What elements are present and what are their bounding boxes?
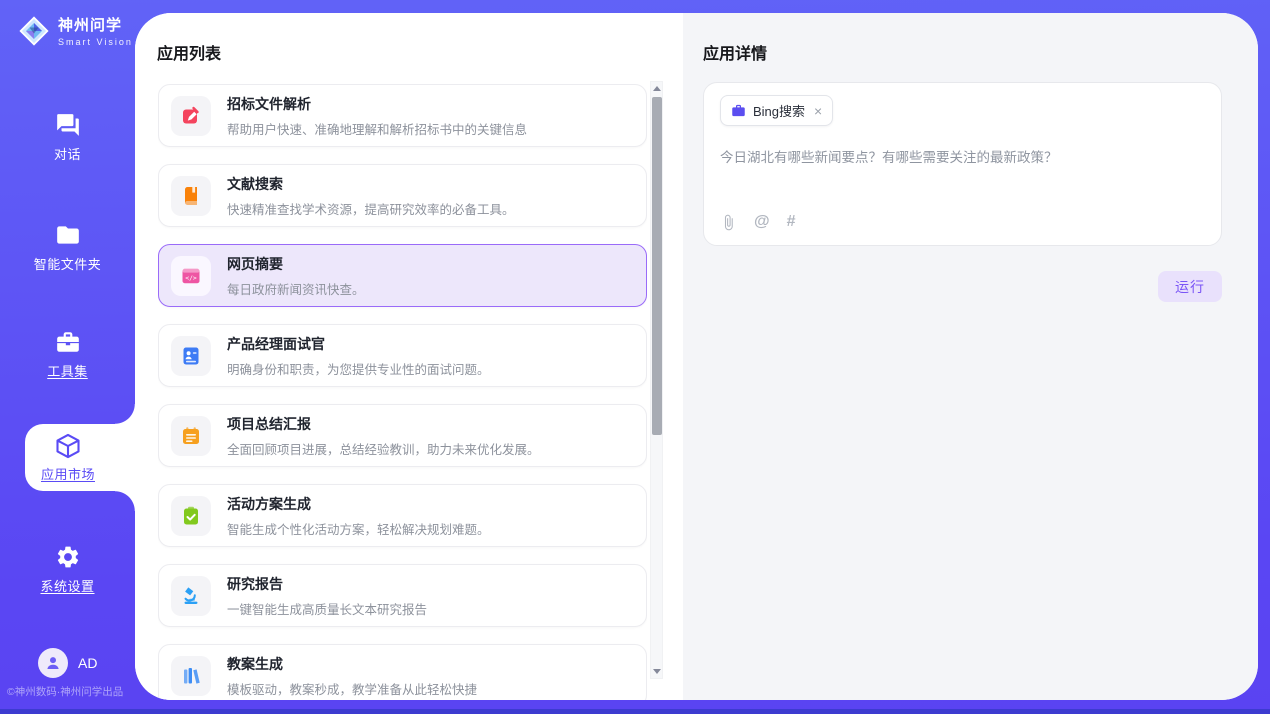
app-card-description: 快速精准查找学术资源，提高研究效率的必备工具。 [227, 199, 515, 218]
app-card-title: 文献搜索 [227, 174, 515, 194]
svg-text:</>: </> [185, 274, 197, 282]
cube-icon [54, 432, 82, 460]
user-name: AD [78, 655, 97, 671]
toolbox-icon [55, 329, 81, 355]
prompt-editor[interactable]: Bing搜索 × 今日湖北有哪些新闻要点？有哪些需要关注的最新政策？ @ # [703, 82, 1222, 246]
paperclip-icon[interactable] [720, 214, 737, 231]
app-card-title: 产品经理面试官 [227, 334, 490, 354]
app-card-description: 一键智能生成高质量长文本研究报告 [227, 599, 427, 618]
chip-close-icon[interactable]: × [814, 104, 822, 118]
user-account[interactable]: AD [38, 648, 97, 678]
app-card-title: 项目总结汇报 [227, 414, 540, 434]
browser-icon: </> [171, 256, 211, 296]
app-card-description: 每日政府新闻资讯快查。 [227, 279, 365, 298]
app-list-panel: 应用列表 招标文件解析 帮助用户快速、准确地理解和解析招标书中的关键信息 文献搜… [135, 13, 683, 700]
app-card-description: 模板驱动，教案秒成，教学准备从此轻松快捷 [227, 679, 477, 698]
gear-icon [55, 544, 81, 570]
sidebar-item-settings[interactable]: 系统设置 [0, 544, 135, 595]
diamond-logo-icon [18, 15, 50, 47]
logo-title: 神州问学 [58, 14, 133, 35]
prompt-toolbar: @ # [720, 213, 796, 231]
logo-subtitle: Smart Vision [58, 37, 133, 47]
sidebar-item-label: 应用市场 [41, 464, 95, 483]
briefcase-icon [731, 103, 746, 118]
app-card[interactable]: 产品经理面试官 明确身份和职责，为您提供专业性的面试问题。 [158, 324, 647, 387]
microscope-icon [171, 576, 211, 616]
app-list-scrollbar[interactable] [650, 81, 663, 679]
app-card[interactable]: </> 网页摘要 每日政府新闻资讯快查。 [158, 244, 647, 307]
sidebar-item-chat[interactable]: 对话 [0, 112, 135, 163]
app-card[interactable]: 招标文件解析 帮助用户快速、准确地理解和解析招标书中的关键信息 [158, 84, 647, 147]
sidebar-item-app-market[interactable]: 应用市场 [25, 424, 135, 491]
app-card-description: 智能生成个性化活动方案，轻松解决规划难题。 [227, 519, 490, 538]
app-list-title: 应用列表 [157, 40, 221, 64]
sidebar-item-toolset[interactable]: 工具集 [0, 329, 135, 380]
app-card[interactable]: 文献搜索 快速精准查找学术资源，提高研究效率的必备工具。 [158, 164, 647, 227]
scrollbar-thumb[interactable] [652, 97, 662, 435]
app-card[interactable]: 教案生成 模板驱动，教案秒成，教学准备从此轻松快捷 [158, 644, 647, 700]
sidebar-footer-credit: ©神州数码·神州问学出品 [7, 684, 135, 699]
app-logo: 神州问学 Smart Vision [18, 14, 133, 47]
app-detail-title: 应用详情 [703, 40, 767, 64]
hash-icon[interactable]: # [787, 213, 796, 231]
app-card-title: 活动方案生成 [227, 494, 490, 514]
tool-chip-bing-search[interactable]: Bing搜索 × [720, 95, 833, 126]
interview-icon [171, 336, 211, 376]
bottom-edge-bar [0, 709, 1270, 714]
app-detail-panel: 应用详情 Bing搜索 × 今日湖北有哪些新闻要点？有哪些需要关注的最新政策？ … [683, 13, 1258, 700]
at-icon[interactable]: @ [754, 213, 770, 231]
tool-chip-label: Bing搜索 [753, 101, 805, 120]
app-card[interactable]: 活动方案生成 智能生成个性化活动方案，轻松解决规划难题。 [158, 484, 647, 547]
app-card-title: 研究报告 [227, 574, 427, 594]
sidebar-item-smart-folder[interactable]: 智能文件夹 [0, 222, 135, 273]
avatar [38, 648, 68, 678]
scrollbar-down-button[interactable] [651, 665, 662, 678]
run-button[interactable]: 运行 [1158, 271, 1222, 302]
app-card-description: 帮助用户快速、准确地理解和解析招标书中的关键信息 [227, 119, 527, 138]
app-card[interactable]: 研究报告 一键智能生成高质量长文本研究报告 [158, 564, 647, 627]
chat-icon [55, 112, 81, 138]
app-card-description: 全面回顾项目进展，总结经验教训，助力未来优化发展。 [227, 439, 540, 458]
sidebar-item-label: 智能文件夹 [34, 254, 102, 273]
app-card-description: 明确身份和职责，为您提供专业性的面试问题。 [227, 359, 490, 378]
app-card-title: 教案生成 [227, 654, 477, 674]
app-card[interactable]: 项目总结汇报 全面回顾项目进展，总结经验教训，助力未来优化发展。 [158, 404, 647, 467]
edit-icon [171, 96, 211, 136]
prompt-text[interactable]: 今日湖北有哪些新闻要点？有哪些需要关注的最新政策？ [720, 148, 1205, 168]
triangle-up-icon [653, 86, 661, 91]
book-icon [171, 176, 211, 216]
sidebar-item-label: 对话 [54, 144, 81, 163]
sidebar-item-label: 工具集 [47, 361, 88, 380]
app-card-title: 网页摘要 [227, 254, 365, 274]
sidebar: 神州问学 Smart Vision 对话 智能文件夹 工具集 应用市场 [0, 0, 135, 714]
triangle-down-icon [653, 669, 661, 674]
folder-icon [55, 222, 81, 248]
app-card-title: 招标文件解析 [227, 94, 527, 114]
calendar-icon [171, 416, 211, 456]
person-icon [44, 654, 62, 672]
clipboard-check-icon [171, 496, 211, 536]
main-content: 应用列表 招标文件解析 帮助用户快速、准确地理解和解析招标书中的关键信息 文献搜… [135, 13, 1258, 700]
app-list: 招标文件解析 帮助用户快速、准确地理解和解析招标书中的关键信息 文献搜索 快速精… [158, 84, 647, 700]
books-icon [171, 656, 211, 696]
sidebar-item-label: 系统设置 [40, 576, 94, 595]
scrollbar-up-button[interactable] [651, 82, 662, 95]
